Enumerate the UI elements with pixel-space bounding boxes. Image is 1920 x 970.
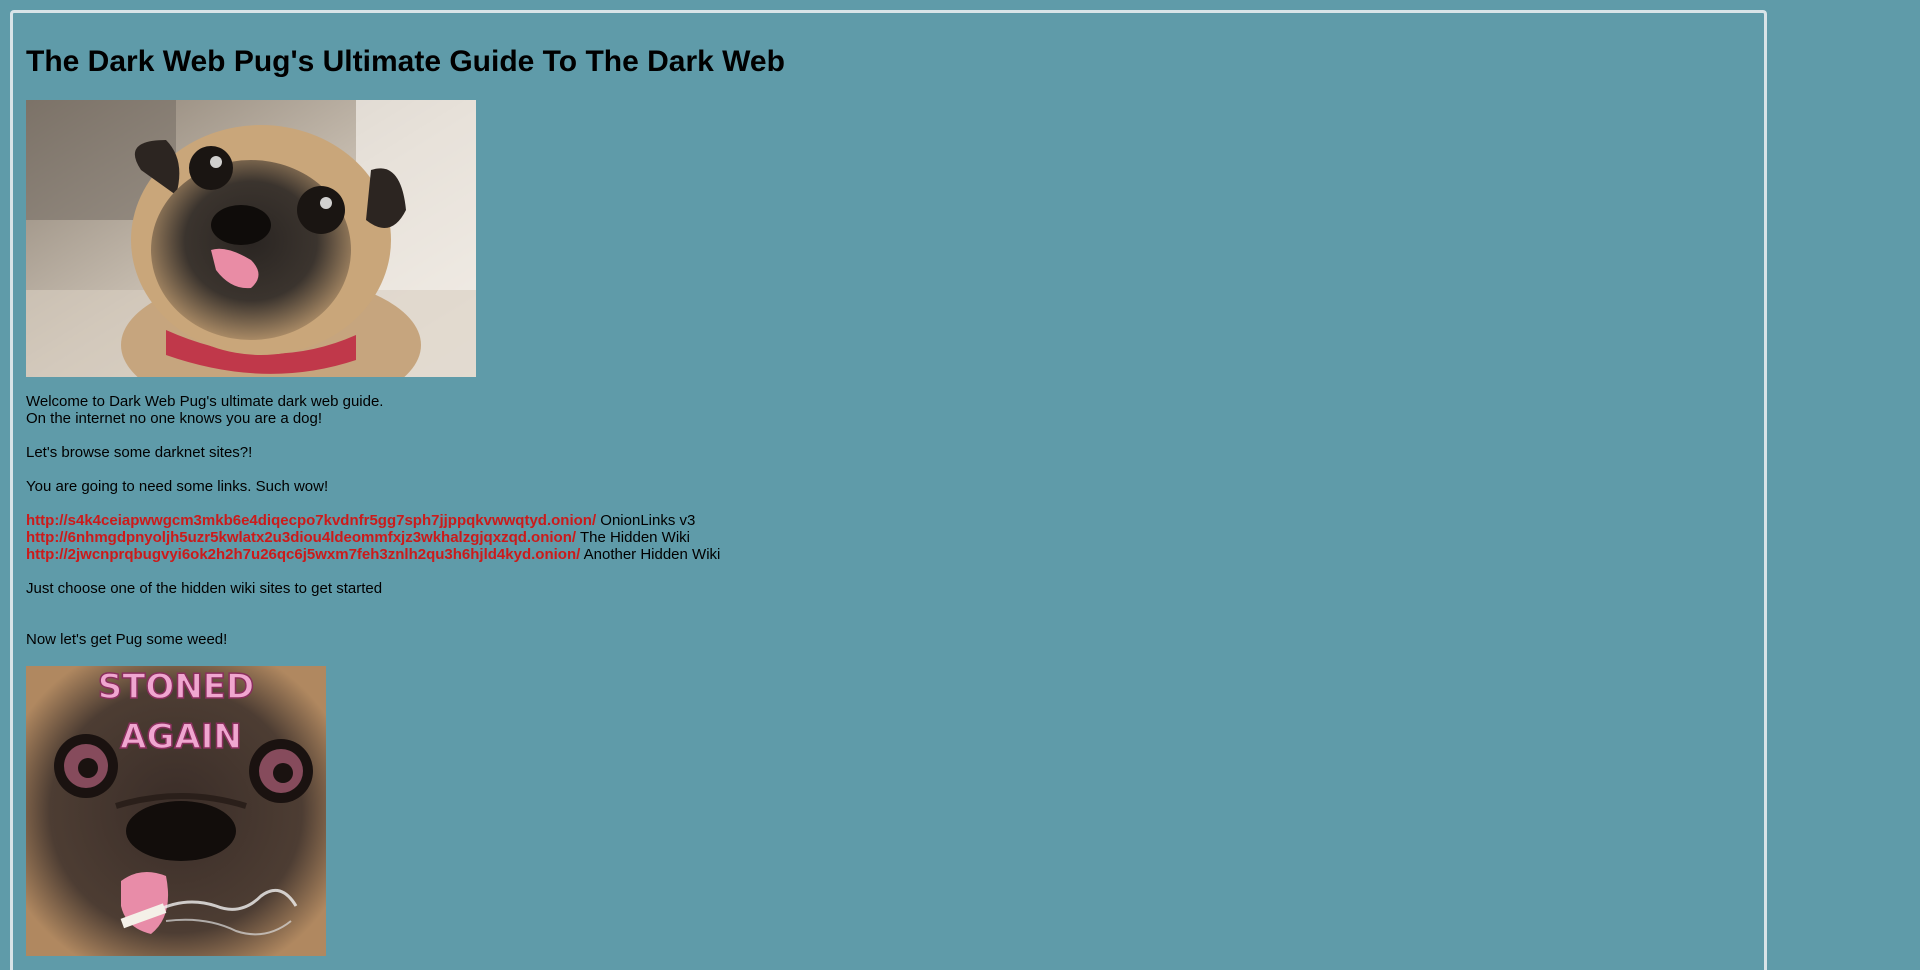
intro-line-3: Let's browse some darknet sites?! <box>26 444 253 461</box>
stoned-caption-top: STONED <box>98 667 255 707</box>
onion-link[interactable]: http://2jwcnprqbugvyi6ok2h2h7u26qc6j5wxm… <box>26 546 580 563</box>
onion-link[interactable]: http://6nhmgdpnyoljh5uzr5kwlatx2u3diou4l… <box>26 529 576 546</box>
outro-line-1: Just choose one of the hidden wiki sites… <box>26 580 383 597</box>
pug-photo <box>26 100 476 377</box>
intro-line-2: On the internet no one knows you are a d… <box>26 410 323 427</box>
link-description: The Hidden Wiki <box>579 529 690 546</box>
stoned-caption-bottom: AGAIN <box>120 717 242 757</box>
page-header: The Dark Web Pug's Ultimate Guide To The… <box>26 44 785 80</box>
intro-line-4: You are going to need some links. Such w… <box>26 478 329 495</box>
link-row: http://2jwcnprqbugvyi6ok2h2h7u26qc6j5wxm… <box>26 546 720 563</box>
intro-line-1: Welcome to Dark Web Pug's ultimate dark … <box>26 393 384 410</box>
link-description: OnionLinks v3 <box>600 512 696 529</box>
link-description: Another Hidden Wiki <box>583 546 721 563</box>
outro-line-2: Now let's get Pug some weed! <box>26 631 228 648</box>
stoned-pug-photo: STONED AGAIN <box>26 666 326 956</box>
onion-link[interactable]: http://s4k4ceiapwwgcm3mkb6e4diqecpo7kvdn… <box>26 512 596 529</box>
guide-text: Welcome to Dark Web Pug's ultimate dark … <box>26 393 720 648</box>
page-title: The Dark Web Pug's Ultimate Guide To The… <box>26 45 785 78</box>
link-row: http://6nhmgdpnyoljh5uzr5kwlatx2u3diou4l… <box>26 529 720 546</box>
link-row: http://s4k4ceiapwwgcm3mkb6e4diqecpo7kvdn… <box>26 512 720 529</box>
